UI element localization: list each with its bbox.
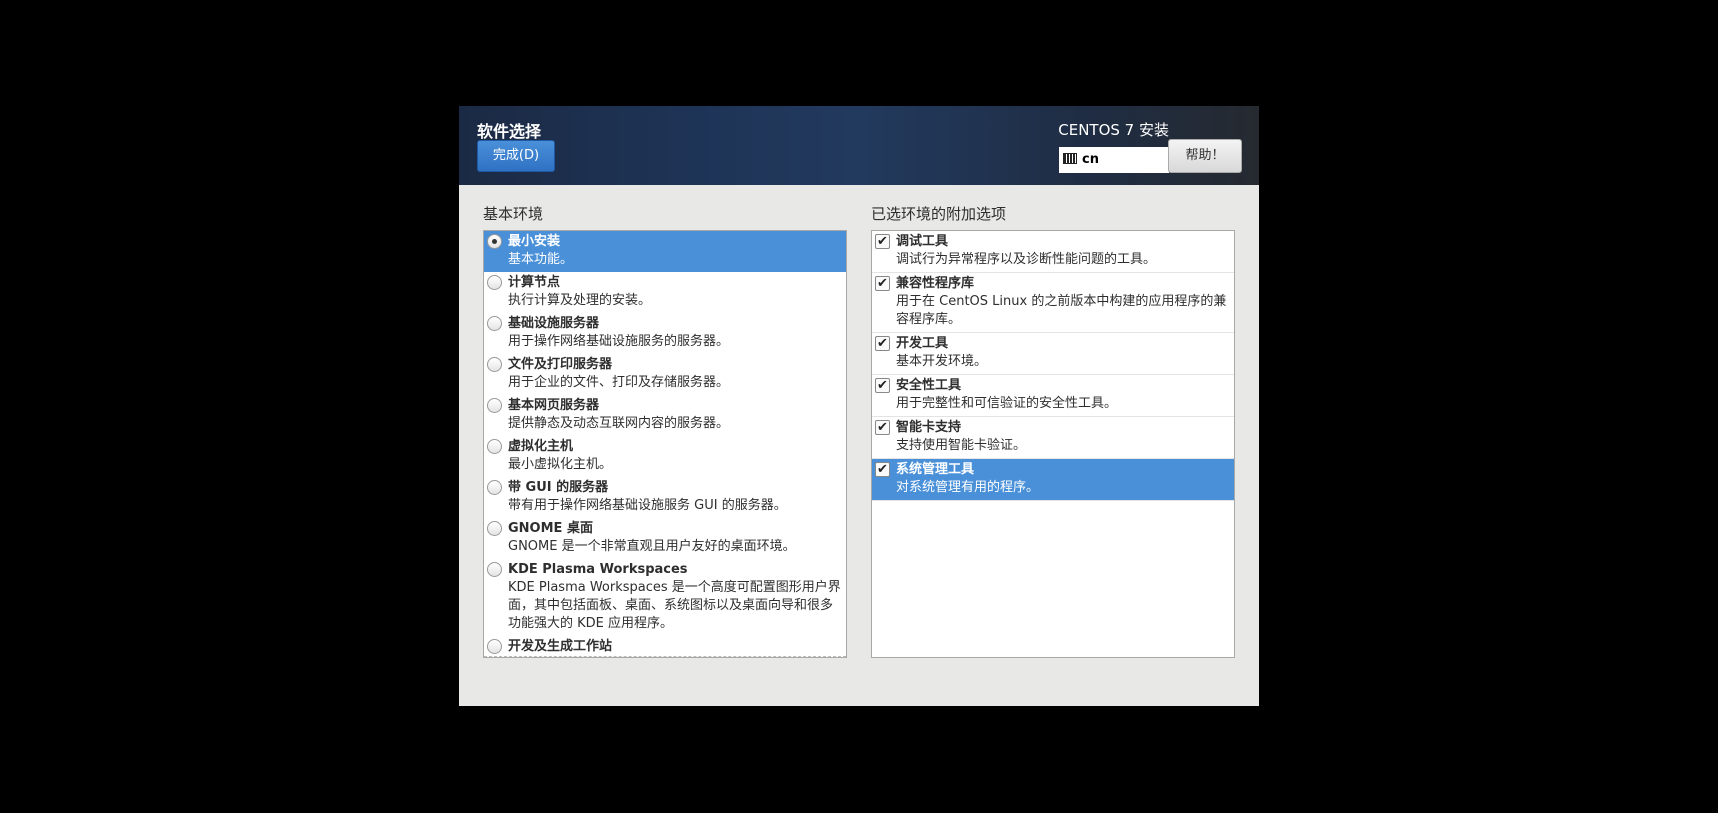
environment-option[interactable]: 计算节点执行计算及处理的安装。 xyxy=(484,272,846,313)
base-environment-heading: 基本环境 xyxy=(483,205,544,223)
option-description: 用于企业的文件、打印及存储服务器。 xyxy=(508,375,730,390)
checkbox-icon[interactable]: ✔ xyxy=(875,378,890,393)
radio-button[interactable] xyxy=(487,480,502,495)
radio-button[interactable] xyxy=(487,439,502,454)
radio-button[interactable] xyxy=(487,639,502,654)
page-title: 软件选择 xyxy=(477,122,542,141)
option-description: 用于完整性和可信验证的安全性工具。 xyxy=(896,396,1118,411)
option-description: 支持使用智能卡验证。 xyxy=(896,438,1027,453)
option-name: 最小安装 xyxy=(508,234,561,249)
option-description: 用于在 CentOS Linux 的之前版本中构建的应用程序的兼容程序库。 xyxy=(896,294,1227,327)
environment-option[interactable]: 基本网页服务器提供静态及动态互联网内容的服务器。 xyxy=(484,395,846,436)
checkbox-icon[interactable]: ✔ xyxy=(875,462,890,477)
addon-option[interactable]: ✔ 兼容性程序库用于在 CentOS Linux 的之前版本中构建的应用程序的兼容… xyxy=(872,273,1234,333)
option-description: KDE Plasma Workspaces 是一个高度可配置图形用户界面，其中包… xyxy=(508,580,841,631)
option-name: 计算节点 xyxy=(508,275,561,290)
environment-option[interactable]: 虚拟化主机最小虚拟化主机。 xyxy=(484,436,846,477)
option-name: 智能卡支持 xyxy=(896,420,962,435)
checkbox-icon[interactable]: ✔ xyxy=(875,234,890,249)
option-description: 对系统管理有用的程序。 xyxy=(896,480,1040,495)
addons-heading: 已选环境的附加选项 xyxy=(871,205,1007,223)
environment-option[interactable]: 带 GUI 的服务器带有用于操作网络基础设施服务 GUI 的服务器。 xyxy=(484,477,846,518)
option-name: 兼容性程序库 xyxy=(896,276,975,291)
environment-option[interactable]: GNOME 桌面 GNOME 是一个非常直观且用户友好的桌面环境。 xyxy=(484,518,846,559)
keyboard-layout-indicator[interactable]: cn xyxy=(1059,147,1169,173)
radio-button[interactable] xyxy=(487,316,502,331)
option-description: 调试行为异常程序以及诊断性能问题的工具。 xyxy=(896,252,1157,267)
option-description: 最小虚拟化主机。 xyxy=(508,457,613,472)
radio-button[interactable] xyxy=(487,275,502,290)
option-name: 带 GUI 的服务器 xyxy=(508,480,609,495)
product-title: CENTOS 7 安装 xyxy=(1058,121,1169,139)
option-name: GNOME 桌面 xyxy=(508,521,593,536)
environment-option[interactable]: 开发及生成工作站用于软件、硬件、图形或者内容开发的工作站。 xyxy=(484,636,846,658)
addon-option[interactable]: ✔ 安全性工具用于完整性和可信验证的安全性工具。 xyxy=(872,375,1234,417)
addon-option[interactable]: ✔ 开发工具基本开发环境。 xyxy=(872,333,1234,375)
environment-option[interactable]: 基础设施服务器用于操作网络基础设施服务的服务器。 xyxy=(484,313,846,354)
option-description: 用于软件、硬件、图形或者内容开发的工作站。 xyxy=(508,657,781,658)
radio-button[interactable] xyxy=(487,521,502,536)
environment-option[interactable]: 文件及打印服务器用于企业的文件、打印及存储服务器。 xyxy=(484,354,846,395)
addon-option[interactable]: ✔ 智能卡支持支持使用智能卡验证。 xyxy=(872,417,1234,459)
option-description: 执行计算及处理的安装。 xyxy=(508,293,652,308)
option-name: KDE Plasma Workspaces xyxy=(508,562,688,577)
environment-option[interactable]: KDE Plasma Workspaces KDE Plasma Workspac… xyxy=(484,559,846,636)
option-name: 基础设施服务器 xyxy=(508,316,600,331)
addon-option[interactable]: ✔ 调试工具调试行为异常程序以及诊断性能问题的工具。 xyxy=(872,231,1234,273)
option-name: 文件及打印服务器 xyxy=(508,357,613,372)
option-name: 系统管理工具 xyxy=(896,462,975,477)
base-environment-list[interactable]: 最小安装基本功能。计算节点执行计算及处理的安装。 基础设施服务器用于操作网络基础设… xyxy=(483,230,847,658)
addon-option[interactable]: ✔ 系统管理工具对系统管理有用的程序。 xyxy=(872,459,1234,501)
checkbox-icon[interactable]: ✔ xyxy=(875,336,890,351)
header: 软件选择 完成(D) CENTOS 7 安装 cn 帮助！ xyxy=(459,106,1259,185)
option-description: 基本开发环境。 xyxy=(896,354,988,369)
radio-button[interactable] xyxy=(487,562,502,577)
radio-button[interactable] xyxy=(487,398,502,413)
done-button[interactable]: 完成(D) xyxy=(477,140,555,172)
option-description: 基本功能。 xyxy=(508,252,574,267)
checkbox-icon[interactable]: ✔ xyxy=(875,276,890,291)
software-selection-window: 软件选择 完成(D) CENTOS 7 安装 cn 帮助！ 基本环境 已选环境的… xyxy=(459,106,1259,706)
keyboard-layout-label: cn xyxy=(1082,152,1099,167)
radio-button[interactable] xyxy=(487,234,502,249)
option-name: 调试工具 xyxy=(896,234,949,249)
help-button[interactable]: 帮助！ xyxy=(1168,139,1242,173)
option-description: 带有用于操作网络基础设施服务 GUI 的服务器。 xyxy=(508,498,787,513)
option-name: 开发工具 xyxy=(896,336,949,351)
option-name: 基本网页服务器 xyxy=(508,398,600,413)
option-description: GNOME 是一个非常直观且用户友好的桌面环境。 xyxy=(508,539,796,554)
option-description: 用于操作网络基础设施服务的服务器。 xyxy=(508,334,730,349)
checkbox-icon[interactable]: ✔ xyxy=(875,420,890,435)
option-name: 虚拟化主机 xyxy=(508,439,574,454)
addons-list[interactable]: ✔ 调试工具调试行为异常程序以及诊断性能问题的工具。 ✔ 兼容性程序库用于在 Cent… xyxy=(871,230,1235,658)
option-description: 提供静态及动态互联网内容的服务器。 xyxy=(508,416,730,431)
radio-button[interactable] xyxy=(487,357,502,372)
option-name: 安全性工具 xyxy=(896,378,962,393)
environment-option[interactable]: 最小安装 基本功能。 xyxy=(484,231,846,272)
keyboard-icon xyxy=(1063,153,1077,164)
option-name: 开发及生成工作站 xyxy=(508,639,613,654)
